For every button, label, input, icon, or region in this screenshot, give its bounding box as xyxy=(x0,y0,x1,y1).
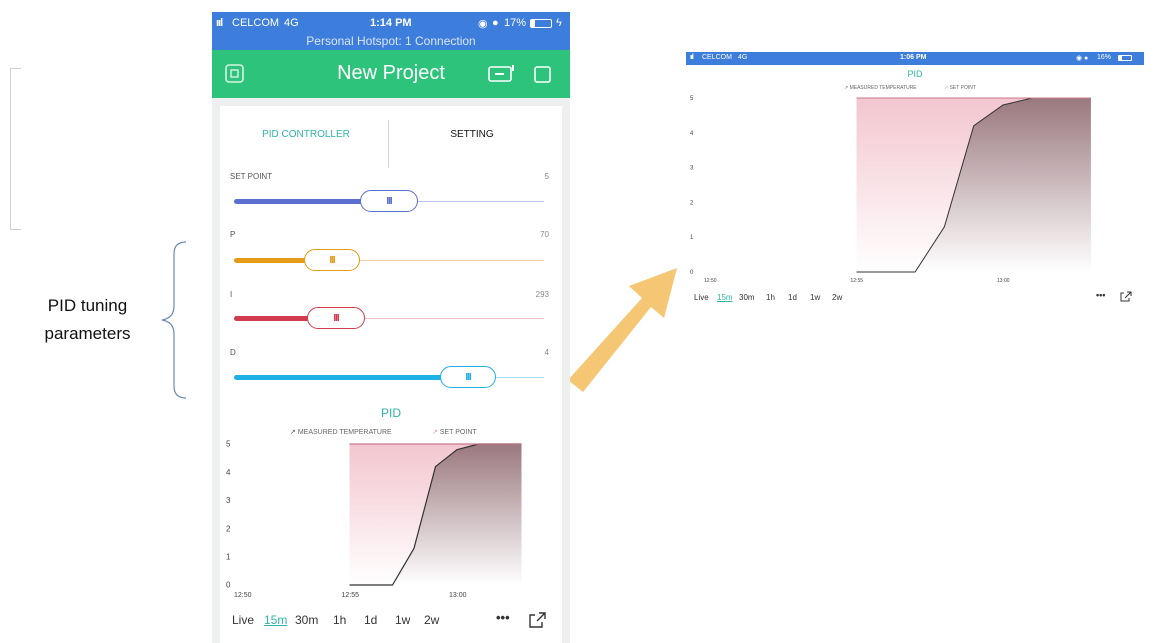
lock-icon: ◉ xyxy=(478,18,488,30)
range-1w[interactable]: 1w xyxy=(395,613,410,627)
grip-icon: III xyxy=(386,195,392,207)
legend-measured-label: MEASURED TEMPERATURE xyxy=(297,429,392,436)
range-2w[interactable]: 2w xyxy=(424,613,439,627)
battery-percent: 17% xyxy=(504,17,527,29)
range-live[interactable]: Live xyxy=(232,613,254,627)
signal-icon: ııl xyxy=(216,17,223,29)
y-tick-label: 3 xyxy=(690,166,694,172)
clock: 1:14 PM xyxy=(370,17,412,29)
p-value: 70 xyxy=(540,230,549,239)
grip-icon: III xyxy=(333,312,339,324)
square-icon[interactable] xyxy=(534,66,552,84)
right-carrier: CELCOM xyxy=(702,54,732,61)
line-icon: ↗ xyxy=(290,429,296,436)
status-bar: ııl CELCOM 4G 1:14 PM ◉ ● 17% ϟ Personal… xyxy=(212,12,570,50)
annotation-line-2: parameters xyxy=(44,324,131,343)
range-1h[interactable]: 1h xyxy=(333,613,346,627)
setpoint-slider-handle[interactable]: III xyxy=(360,190,418,212)
y-tick-label: 4 xyxy=(690,131,694,137)
tab-setting[interactable]: SETTING xyxy=(392,129,552,140)
annotation-label: PID tuning parameters xyxy=(20,292,155,348)
carrier: CELCOM xyxy=(232,17,280,29)
right-clock: 1:06 PM xyxy=(900,54,927,61)
setpoint-value: 5 xyxy=(544,172,549,181)
range-30m[interactable]: 30m xyxy=(295,613,318,627)
legend-measured[interactable]: ↗ MEASURED TEMPERATURE xyxy=(290,428,392,436)
project-title: New Project xyxy=(337,62,445,84)
grip-icon: III xyxy=(465,371,471,383)
x-tick-label: 13:00 xyxy=(997,278,1010,284)
y-tick-label: 0 xyxy=(690,270,694,276)
legend-setpoint[interactable]: ↗ SET POINT xyxy=(432,428,477,436)
right-range-live[interactable]: Live xyxy=(694,293,709,302)
right-chart-title: PID xyxy=(907,69,923,79)
right-range-15m[interactable]: 15m xyxy=(717,293,733,302)
y-tick-label: 4 xyxy=(226,468,231,477)
phone-screen: ııl CELCOM 4G 1:14 PM ◉ ● 17% ϟ Personal… xyxy=(212,12,570,643)
tab-divider xyxy=(388,120,389,168)
setpoint-label: SET POINT xyxy=(230,172,273,181)
right-pid-chart: 5 4 3 2 1 0 12:50 12:55 13:00 xyxy=(690,96,1091,284)
app-header: New Project xyxy=(212,50,570,98)
right-range-1d[interactable]: 1d xyxy=(788,293,797,302)
battery-icon xyxy=(1118,55,1132,61)
lock-icon: ◉ ● xyxy=(1076,55,1089,62)
pid-chart: 5 4 3 2 1 012:50 12:55 13:00 xyxy=(226,440,522,599)
i-label: I xyxy=(230,290,233,299)
right-range-1w[interactable]: 1w xyxy=(810,293,820,302)
faint-bracket xyxy=(10,68,21,230)
y-tick-label: 1 xyxy=(690,235,694,241)
battery-widget-icon[interactable] xyxy=(488,65,516,83)
more-icon[interactable]: ••• xyxy=(496,610,510,625)
x-tick-label: 13:00 xyxy=(449,592,467,599)
y-tick-label: 3 xyxy=(226,496,231,505)
hotspot-banner[interactable]: Personal Hotspot: 1 Connection xyxy=(212,34,570,48)
x-tick-label: 12:55 xyxy=(851,278,864,284)
right-range-30m[interactable]: 30m xyxy=(739,293,755,302)
right-range-1h[interactable]: 1h xyxy=(766,293,775,302)
right-status-bar: ııl CELCOM 4G 1:06 PM ◉ ● 16% xyxy=(686,52,1144,65)
right-battery-percent: 16% xyxy=(1097,54,1112,61)
d-fill xyxy=(234,375,472,380)
collapse-icon[interactable] xyxy=(1120,291,1132,302)
network: 4G xyxy=(284,17,299,29)
y-tick-label: 2 xyxy=(690,200,694,206)
arrow-icon xyxy=(568,268,677,392)
y-tick-label: 1 xyxy=(226,552,231,561)
i-value: 293 xyxy=(535,290,549,299)
right-network: 4G xyxy=(738,54,748,61)
tab-pid-controller[interactable]: PID CONTROLLER xyxy=(232,129,380,140)
charging-icon: ϟ xyxy=(556,17,562,29)
x-tick-label: 12:55 xyxy=(342,592,360,599)
more-icon[interactable]: ••• xyxy=(1096,290,1105,300)
battery-icon xyxy=(530,19,552,28)
x-tick-label: 12:50 xyxy=(234,592,252,599)
p-label: P xyxy=(230,230,236,239)
y-tick-label: 5 xyxy=(226,440,231,449)
range-15m[interactable]: 15m xyxy=(264,613,287,627)
y-tick-label: 2 xyxy=(226,524,231,533)
i-slider-handle[interactable]: III xyxy=(307,307,365,329)
d-label: D xyxy=(230,348,236,357)
line-icon: ↗ xyxy=(432,429,438,436)
grip-icon: III xyxy=(329,254,335,266)
chart-title: PID xyxy=(380,406,401,420)
d-value: 4 xyxy=(544,348,549,357)
right-range-2w[interactable]: 2w xyxy=(832,293,842,302)
y-tick-label: 0 xyxy=(226,581,231,590)
alarm-icon: ● xyxy=(492,17,499,29)
signal-icon: ııl xyxy=(690,54,694,61)
legend-setpoint-label: SET POINT xyxy=(439,429,477,436)
y-tick-label: 5 xyxy=(690,96,694,102)
range-1d[interactable]: 1d xyxy=(364,613,377,627)
landscape-chart-screenshot: ııl CELCOM 4G 1:06 PM ◉ ● 16% PID ↗ MEAS… xyxy=(686,52,1144,312)
expand-icon[interactable] xyxy=(529,612,547,628)
annotation-line-1: PID tuning xyxy=(47,296,128,315)
curly-brace xyxy=(161,241,187,399)
p-slider-handle[interactable]: III xyxy=(304,249,360,271)
x-tick-label: 12:50 xyxy=(704,278,717,284)
d-slider-handle[interactable]: III xyxy=(440,366,496,388)
